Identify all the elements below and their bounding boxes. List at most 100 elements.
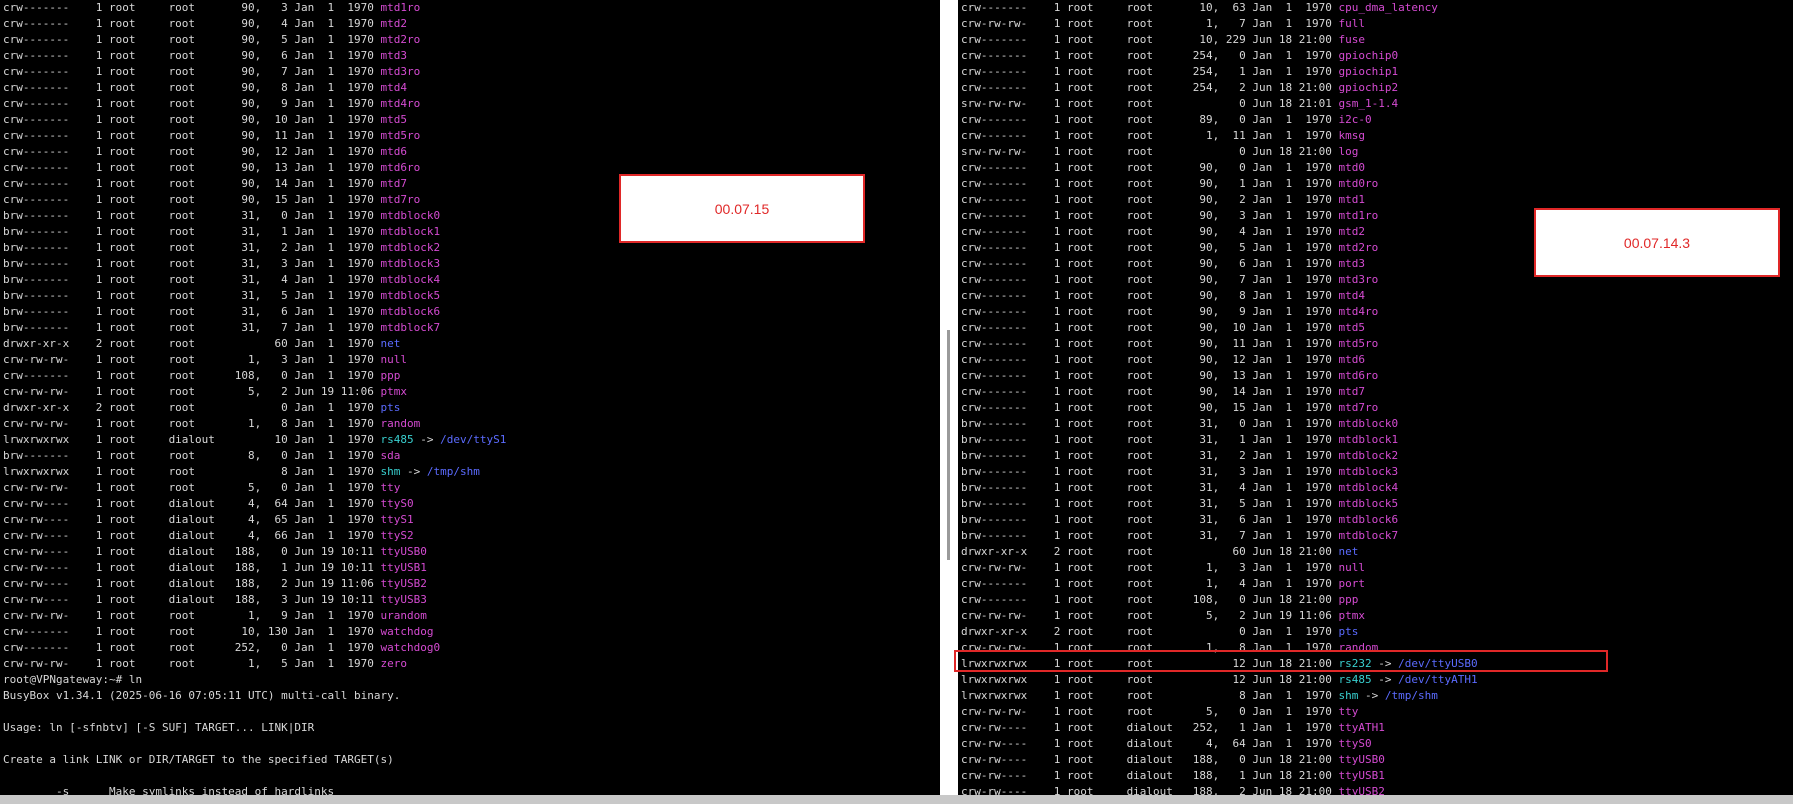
- terminal-line: lrwxrwxrwx 1 root root 8 Jan 1 1970 shm …: [3, 464, 506, 480]
- terminal-line: lrwxrwxrwx 1 root root 8 Jan 1 1970 shm …: [961, 688, 1478, 704]
- terminal-line: crw------- 1 root root 90, 7 Jan 1 1970 …: [3, 64, 506, 80]
- terminal-line: crw------- 1 root root 90, 9 Jan 1 1970 …: [3, 96, 506, 112]
- file-name: mtd6ro: [1338, 369, 1379, 382]
- line-text: brw------- 1 root root 31, 1 Jan 1 1970: [3, 225, 381, 238]
- terminal-line: crw-rw---- 1 root dialout 4, 64 Jan 1 19…: [3, 496, 506, 512]
- terminal-line: crw-rw---- 1 root dialout 4, 66 Jan 1 19…: [3, 528, 506, 544]
- file-name: port: [1338, 577, 1366, 590]
- file-name: rs485: [380, 433, 414, 446]
- terminal-line: crw------- 1 root root 254, 2 Jun 18 21:…: [961, 80, 1478, 96]
- line-text: srw-rw-rw- 1 root root 0 Jun 18 21:01: [961, 97, 1339, 110]
- line-text: crw------- 1 root root 252, 0 Jan 1 1970: [3, 641, 381, 654]
- line-text: crw-rw---- 1 root dialout 188, 1 Jun 19 …: [3, 561, 381, 574]
- terminal-line: crw-rw-rw- 1 root root 5, 0 Jan 1 1970 t…: [3, 480, 506, 496]
- symlink-target: /dev/ttyATH1: [1398, 673, 1478, 686]
- line-text: crw------- 1 root root 10, 63 Jan 1 1970: [961, 1, 1339, 14]
- terminal-line: crw------- 1 root root 90, 11 Jan 1 1970…: [961, 336, 1478, 352]
- line-text: crw------- 1 root root 90, 12 Jan 1 1970: [961, 353, 1339, 366]
- file-name: gsm_1-1.4: [1338, 97, 1399, 110]
- terminal-line: crw------- 1 root root 1, 4 Jan 1 1970 p…: [961, 576, 1478, 592]
- terminal-line: srw-rw-rw- 1 root root 0 Jun 18 21:01 gs…: [961, 96, 1478, 112]
- file-name: gpiochip0: [1338, 49, 1399, 62]
- file-name: mtdblock1: [380, 225, 441, 238]
- terminal-line: crw-rw---- 1 root dialout 188, 2 Jun 18 …: [961, 784, 1478, 795]
- line-text: crw------- 1 root root 90, 2 Jan 1 1970: [961, 193, 1339, 206]
- file-name: mtd3: [1338, 257, 1366, 270]
- file-name: mtdblock1: [1338, 433, 1399, 446]
- line-text: crw-rw---- 1 root dialout 188, 3 Jun 19 …: [3, 593, 381, 606]
- terminal-line: crw------- 1 root root 90, 15 Jan 1 1970…: [961, 400, 1478, 416]
- terminal-line: crw------- 1 root root 90, 5 Jan 1 1970 …: [3, 32, 506, 48]
- file-name: mtdblock0: [380, 209, 441, 222]
- file-name: mtdblock2: [1338, 449, 1399, 462]
- scrollbar-thumb[interactable]: [947, 330, 950, 560]
- line-text: crw------- 1 root root 1, 11 Jan 1 1970: [961, 129, 1339, 142]
- line-text: brw------- 1 root root 31, 3 Jan 1 1970: [961, 465, 1339, 478]
- left-terminal-output: crw------- 1 root root 90, 3 Jan 1 1970 …: [3, 0, 506, 795]
- left-terminal-pane[interactable]: crw------- 1 root root 90, 3 Jan 1 1970 …: [0, 0, 940, 795]
- rs232-highlight-box: [954, 650, 1608, 672]
- terminal-line: brw------- 1 root root 31, 1 Jan 1 1970 …: [961, 432, 1478, 448]
- terminal-line: crw------- 1 root root 90, 14 Jan 1 1970…: [3, 176, 506, 192]
- file-name: shm: [1338, 689, 1359, 702]
- terminal-line: crw------- 1 root root 89, 0 Jan 1 1970 …: [961, 112, 1478, 128]
- file-name: shm: [380, 465, 401, 478]
- right-terminal-output: crw------- 1 root root 10, 63 Jan 1 1970…: [961, 0, 1478, 795]
- terminal-line: drwxr-xr-x 2 root root 60 Jun 18 21:00 n…: [961, 544, 1478, 560]
- line-text: crw-rw-rw- 1 root root 5, 0 Jan 1 1970: [3, 481, 381, 494]
- bottom-scrollbar[interactable]: [0, 795, 1793, 804]
- line-text: crw------- 1 root root 90, 3 Jan 1 1970: [3, 1, 381, 14]
- line-text: drwxr-xr-x 2 root root 60 Jan 1 1970: [3, 337, 381, 350]
- line-text: crw-rw-rw- 1 root root 1, 3 Jan 1 1970: [961, 561, 1339, 574]
- terminal-line: crw------- 1 root root 10, 63 Jan 1 1970…: [961, 0, 1478, 16]
- terminal-line: crw-rw---- 1 root dialout 188, 1 Jun 19 …: [3, 560, 506, 576]
- file-name: mtd4: [380, 81, 408, 94]
- terminal-line: brw------- 1 root root 31, 2 Jan 1 1970 …: [961, 448, 1478, 464]
- file-name: sda: [380, 449, 401, 462]
- terminal-line: crw-rw---- 1 root dialout 188, 0 Jun 19 …: [3, 544, 506, 560]
- line-text: crw-rw---- 1 root dialout 4, 66 Jan 1 19…: [3, 529, 381, 542]
- file-name: mtd1ro: [380, 1, 421, 14]
- terminal-line: srw-rw-rw- 1 root root 0 Jun 18 21:00 lo…: [961, 144, 1478, 160]
- terminal-line: crw------- 1 root root 90, 13 Jan 1 1970…: [3, 160, 506, 176]
- symlink-arrow: ->: [413, 433, 441, 446]
- line-text: brw------- 1 root root 8, 0 Jan 1 1970: [3, 449, 381, 462]
- terminal-line: BusyBox v1.34.1 (2025-06-16 07:05:11 UTC…: [3, 688, 506, 704]
- line-text: brw------- 1 root root 31, 1 Jan 1 1970: [961, 433, 1339, 446]
- line-text: crw-rw-rw- 1 root root 1, 3 Jan 1 1970: [3, 353, 381, 366]
- file-name: ptmx: [380, 385, 408, 398]
- line-text: drwxr-xr-x 2 root root 0 Jan 1 1970: [3, 401, 381, 414]
- line-text: crw-rw---- 1 root dialout 252, 1 Jan 1 1…: [961, 721, 1339, 734]
- terminal-line: crw------- 1 root root 90, 6 Jan 1 1970 …: [3, 48, 506, 64]
- terminal-line: crw-rw---- 1 root dialout 4, 65 Jan 1 19…: [3, 512, 506, 528]
- line-text: crw-rw-rw- 1 root root 1, 9 Jan 1 1970: [3, 609, 381, 622]
- terminal-line: brw------- 1 root root 31, 5 Jan 1 1970 …: [3, 288, 506, 304]
- line-text: crw------- 1 root root 10, 229 Jun 18 21…: [961, 33, 1339, 46]
- terminal-line: Usage: ln [-sfnbtv] [-S SUF] TARGET... L…: [3, 720, 506, 736]
- terminal-line: crw------- 1 root root 90, 7 Jan 1 1970 …: [961, 272, 1478, 288]
- file-name: watchdog: [380, 625, 434, 638]
- right-terminal-pane[interactable]: crw------- 1 root root 10, 63 Jan 1 1970…: [958, 0, 1793, 795]
- line-text: crw------- 1 root root 90, 0 Jan 1 1970: [961, 161, 1339, 174]
- line-text: crw------- 1 root root 90, 10 Jan 1 1970: [3, 113, 381, 126]
- terminal-line: brw------- 1 root root 31, 3 Jan 1 1970 …: [961, 464, 1478, 480]
- file-name: mtd0: [1338, 161, 1366, 174]
- line-text: lrwxrwxrwx 1 root root 12 Jun 18 21:00: [961, 673, 1339, 686]
- line-text: -s Make symlinks instead of hardlinks: [3, 785, 335, 795]
- line-text: BusyBox v1.34.1 (2025-06-16 07:05:11 UTC…: [3, 689, 401, 702]
- file-name: null: [1338, 561, 1366, 574]
- line-text: crw-rw---- 1 root dialout 188, 2 Jun 19 …: [3, 577, 381, 590]
- terminal-line: crw------- 1 root root 10, 229 Jun 18 21…: [961, 32, 1478, 48]
- terminal-line: crw-rw-rw- 1 root root 1, 8 Jan 1 1970 r…: [3, 416, 506, 432]
- terminal-line: crw-rw---- 1 root dialout 4, 64 Jan 1 19…: [961, 736, 1478, 752]
- line-text: crw------- 1 root root 90, 9 Jan 1 1970: [3, 97, 381, 110]
- file-name: ppp: [1338, 593, 1359, 606]
- line-text: crw------- 1 root root 1, 4 Jan 1 1970: [961, 577, 1339, 590]
- file-name: mtdblock4: [380, 273, 441, 286]
- line-text: brw------- 1 root root 31, 3 Jan 1 1970: [3, 257, 381, 270]
- terminal-line: crw------- 1 root root 90, 4 Jan 1 1970 …: [3, 16, 506, 32]
- line-text: srw-rw-rw- 1 root root 0 Jun 18 21:00: [961, 145, 1339, 158]
- file-name: kmsg: [1338, 129, 1366, 142]
- pane-divider[interactable]: [940, 0, 958, 795]
- file-name: mtdblock5: [380, 289, 441, 302]
